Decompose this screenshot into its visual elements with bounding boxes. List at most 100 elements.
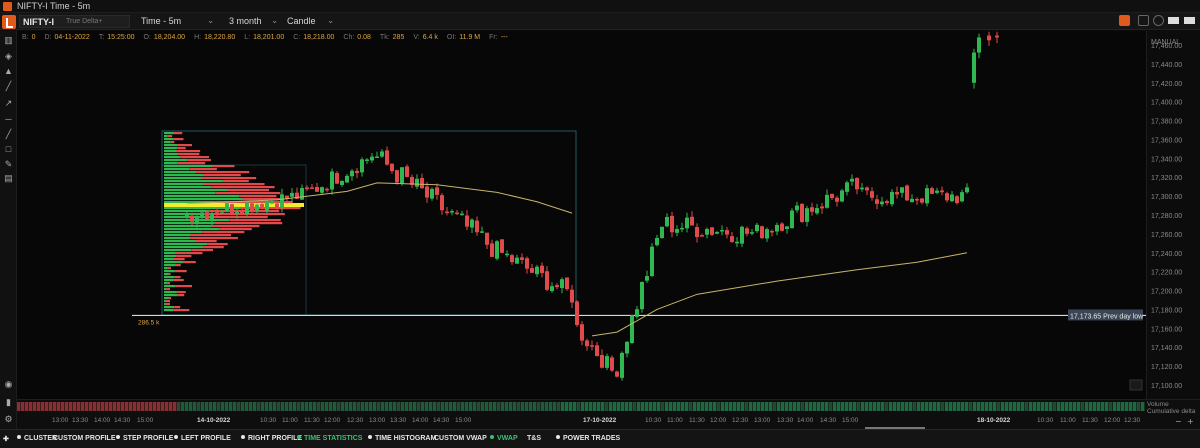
- candle-body: [850, 178, 854, 182]
- candle-body: [605, 356, 609, 368]
- cumulative-delta-bar: [653, 402, 657, 411]
- bell-icon[interactable]: ▲: [3, 66, 14, 77]
- cumulative-delta-bar: [1121, 402, 1125, 411]
- profile-bar-sell: [173, 138, 184, 141]
- price-chart[interactable]: 17,173.65 Prev day low 286.5 k: [17, 31, 1146, 399]
- toggle-custom-vwap[interactable]: CUSTOM VWAP: [434, 435, 487, 442]
- cumulative-delta-bar: [1077, 402, 1081, 411]
- menu-logo-icon[interactable]: [2, 15, 16, 29]
- cumulative-delta-bar: [437, 402, 441, 411]
- timeframe-dropdown[interactable]: Time - 5m ⌄: [136, 15, 218, 28]
- cumulative-delta-bar: [549, 402, 553, 411]
- candle-body: [185, 215, 189, 218]
- candle-body: [385, 150, 389, 165]
- time-tick-label: 15:00: [455, 417, 472, 424]
- cumulative-delta-bar: [1097, 402, 1101, 411]
- cumulative-delta-bar: [793, 402, 797, 411]
- alert-icon[interactable]: [1119, 15, 1130, 26]
- eye-icon[interactable]: ◉: [3, 379, 14, 390]
- cumulative-delta-bar: [373, 402, 377, 411]
- candle-body: [430, 188, 434, 199]
- profile-bar-sell: [182, 261, 196, 264]
- toggle-time-histogram[interactable]: TIME HISTOGRAM: [368, 435, 436, 442]
- candle-body: [995, 35, 999, 38]
- candle-body: [555, 285, 559, 288]
- cumulative-delta-bar: [245, 402, 249, 411]
- candle-body: [620, 352, 624, 378]
- candle-body: [535, 266, 539, 275]
- toggle-label: TIME HISTOGRAM: [375, 435, 437, 442]
- brush-icon[interactable]: ✎: [3, 159, 14, 170]
- ruler-icon[interactable]: ▤: [3, 173, 14, 184]
- profile-bar-sell: [229, 219, 281, 222]
- bar-chart-icon[interactable]: ▥: [3, 35, 14, 46]
- layers-icon[interactable]: ◈: [3, 51, 14, 62]
- magic-wand-icon[interactable]: ╱: [3, 81, 14, 92]
- price-axis[interactable]: 17,460.00 17,440.00 17,420.00 17,400.00 17,3…: [1146, 31, 1200, 399]
- cumulative-delta-bar: [1017, 402, 1021, 411]
- trash-icon[interactable]: [1153, 15, 1164, 26]
- cumulative-delta-bar: [149, 402, 153, 411]
- cumulative-delta-bar: [233, 402, 237, 411]
- candle-body: [910, 198, 914, 203]
- cumulative-delta-bar: [117, 402, 121, 411]
- candle-body: [380, 151, 384, 157]
- layout-icon[interactable]: [1138, 15, 1149, 26]
- profile-bar-buy: [164, 165, 213, 168]
- horizontal-line-icon[interactable]: ─: [3, 114, 14, 125]
- window-icon[interactable]: [1168, 17, 1179, 24]
- chart-type-dropdown[interactable]: Candle ⌄: [282, 15, 338, 28]
- time-tick-label: 14:00: [412, 417, 429, 424]
- info-value: 285: [392, 34, 405, 41]
- profile-bar-sell: [175, 264, 181, 267]
- candle-body: [330, 171, 334, 190]
- cumulative-delta-bar: [773, 402, 777, 411]
- time-tick-label: 13:00: [369, 417, 386, 424]
- arrow-icon[interactable]: ↗: [3, 98, 14, 109]
- toggle-power-trades[interactable]: POWER TRADES: [556, 435, 620, 442]
- cumulative-delta-bar: [85, 402, 89, 411]
- toggle-custom-profile[interactable]: CUSTOM PROFILE: [53, 435, 115, 442]
- candle-body: [685, 217, 689, 229]
- settings-icon[interactable]: ⚙: [3, 414, 14, 425]
- toggle-step-profile[interactable]: STEP PROFILE: [116, 435, 173, 442]
- toggle-right-profile[interactable]: RIGHT PROFILE: [241, 435, 302, 442]
- toggle-cluster[interactable]: CLUSTER: [17, 435, 57, 442]
- cumulative-delta-bar: [537, 402, 541, 411]
- time-tick-label: 13:30: [390, 417, 407, 424]
- time-axis-panel[interactable]: Volume Cumulative delta 13:00 13:30 14:00 14:…: [17, 399, 1200, 429]
- profile-bar-buy: [164, 264, 176, 267]
- profile-bar-buy: [164, 306, 175, 309]
- cumulative-delta-bar: [885, 402, 889, 411]
- cumulative-delta-bar: [197, 402, 201, 411]
- toggle-vwap[interactable]: VWAP: [490, 435, 518, 442]
- trend-line-icon[interactable]: ╱: [3, 129, 14, 140]
- profile-bar-buy: [164, 153, 178, 156]
- window-icon-2[interactable]: [1184, 17, 1195, 24]
- toggle-t-s[interactable]: T&S: [527, 435, 541, 442]
- time-tick-label: 13:00: [52, 417, 69, 424]
- toggle-left-profile[interactable]: LEFT PROFILE: [174, 435, 231, 442]
- expand-icon[interactable]: ✚: [3, 435, 9, 443]
- prev-day-low-label: 17,173.65 Prev day low: [1070, 313, 1144, 320]
- symbol-selector[interactable]: NIFTY-I True Delta+: [19, 15, 130, 28]
- chart-canvas[interactable]: 17,173.65 Prev day low 286.5 k: [17, 31, 1146, 399]
- cumulative-delta-bar: [929, 402, 933, 411]
- candle-body: [455, 212, 459, 215]
- period-dropdown[interactable]: 3 month ⌄: [224, 15, 282, 28]
- candle-body: [590, 345, 594, 347]
- rectangle-icon[interactable]: □: [3, 144, 14, 155]
- candle-body: [945, 193, 949, 201]
- profile-bar-buy: [164, 294, 178, 297]
- toggle-time-statistics[interactable]: TIME STATISTICS: [297, 435, 362, 442]
- price-tick-label: 17,420.00: [1151, 81, 1182, 88]
- cumulative-delta-bar: [661, 402, 665, 411]
- cumulative-delta-bar: [133, 402, 137, 411]
- cumulative-delta-bar: [569, 402, 573, 411]
- cumulative-delta-bar: [789, 402, 793, 411]
- cumulative-delta-bar: [369, 402, 373, 411]
- profile-bar-sell: [219, 228, 252, 231]
- trash-tool-icon[interactable]: ▮: [3, 397, 14, 408]
- profile-bar-buy: [164, 192, 216, 195]
- candle-body: [925, 188, 929, 204]
